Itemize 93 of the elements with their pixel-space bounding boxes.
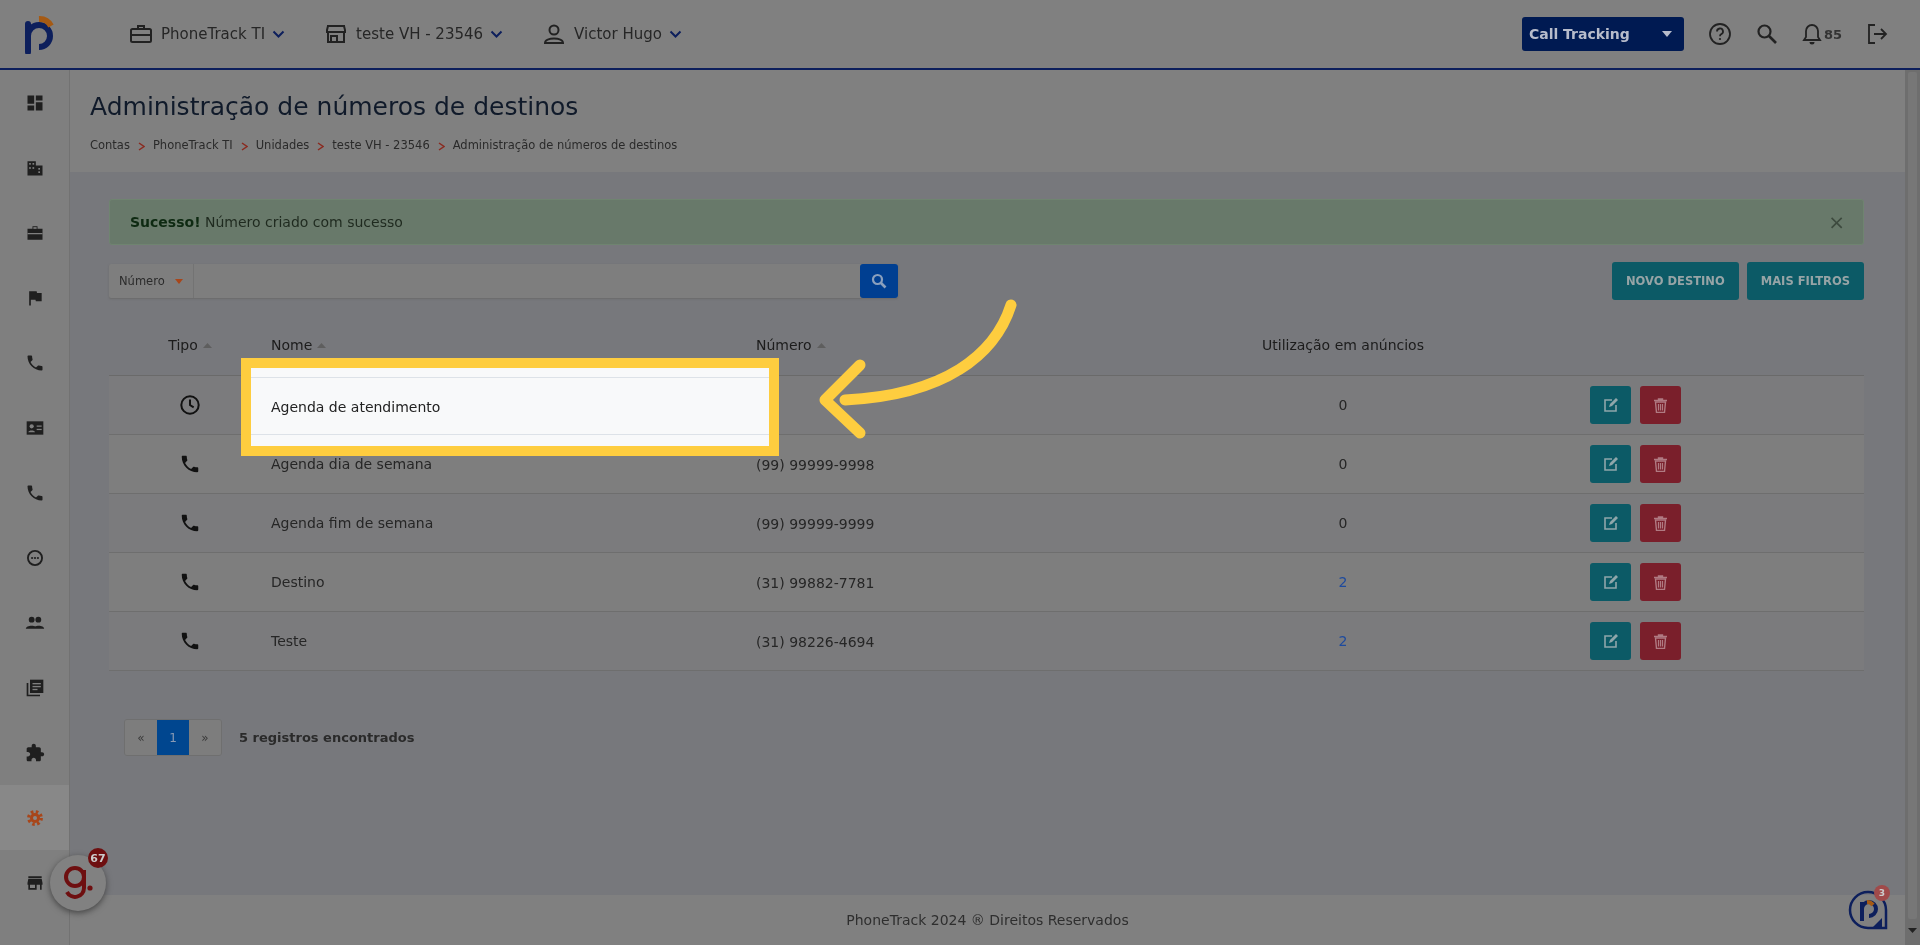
delete-button[interactable] — [1640, 386, 1681, 424]
breadcrumb-link[interactable]: Unidades — [255, 138, 310, 152]
account-menu[interactable]: Victor Hugo — [541, 22, 682, 46]
notification-badge: 67 — [88, 848, 108, 868]
edit-icon — [1602, 574, 1619, 590]
table-cell: Agenda de atendimento — [271, 399, 441, 415]
column-header[interactable]: Tipo — [109, 329, 271, 353]
logo-icon — [1848, 890, 1888, 930]
notification-badge: 3 — [1874, 885, 1890, 901]
table-cell: Teste — [271, 633, 308, 649]
chevron-right-icon — [240, 142, 248, 151]
edit-button[interactable] — [1590, 445, 1631, 483]
delete-button[interactable] — [1640, 504, 1681, 542]
puzzle-icon — [24, 742, 45, 763]
edit-icon — [1602, 633, 1619, 649]
account-menu[interactable]: teste VH - 23546 — [323, 22, 504, 46]
chat-bubble-icon — [24, 547, 45, 568]
sort-icon — [816, 342, 826, 348]
trash-icon — [1654, 456, 1667, 472]
chevron-down-icon — [272, 29, 286, 39]
delete-button[interactable] — [1640, 622, 1681, 660]
table-cell: 0 — [1338, 397, 1348, 413]
action-button[interactable]: MAIS FILTROS — [1746, 262, 1864, 300]
briefcase-icon — [128, 22, 154, 46]
footer-text: PhoneTrack 2024 ® Direitos Reservados — [846, 912, 1129, 928]
records-count: 5 registros encontrados — [239, 730, 415, 745]
chat-logo-icon — [62, 864, 94, 902]
library-icon — [24, 677, 45, 698]
column-header[interactable]: Nome — [271, 329, 756, 353]
previous-page-button[interactable]: « — [125, 720, 157, 755]
usage-link[interactable]: 2 — [1338, 574, 1348, 590]
table-cell: Agenda dia de semana — [271, 456, 433, 472]
close-button[interactable]: × — [1828, 210, 1845, 234]
column-header: Utilização em anúncios — [1261, 336, 1425, 353]
usage-link[interactable]: 2 — [1338, 633, 1348, 649]
caret-icon — [174, 278, 183, 284]
page-title: Administração de números de destinos — [90, 92, 580, 121]
table-cell: (31) 99882-7781 — [756, 574, 875, 591]
edit-button[interactable] — [1590, 622, 1631, 660]
breadcrumb-link[interactable]: Contas — [90, 138, 130, 152]
edit-icon — [1602, 456, 1619, 472]
trash-icon — [1654, 515, 1667, 531]
edit-button[interactable] — [1590, 504, 1631, 542]
chevron-down-icon — [490, 29, 504, 39]
action-button[interactable]: NOVO DESTINO — [1612, 262, 1739, 300]
edit-button[interactable] — [1590, 386, 1631, 424]
phone-icon — [179, 512, 201, 534]
page-button[interactable]: 1 — [157, 720, 189, 755]
help-widget-button[interactable] — [1848, 890, 1888, 930]
sort-icon — [202, 342, 212, 348]
alert-message: Sucesso! Número criado com sucesso — [130, 214, 403, 230]
breadcrumb-link[interactable]: teste VH - 23546 — [332, 138, 430, 152]
caret-icon — [1661, 31, 1672, 37]
scroll-down-icon[interactable] — [1908, 928, 1917, 933]
trash-icon — [1654, 397, 1667, 413]
chevron-right-icon — [437, 142, 445, 151]
bell-icon — [1801, 23, 1822, 45]
table-cell: 0 — [1338, 515, 1348, 531]
breadcrumb-link[interactable]: PhoneTrack TI — [152, 138, 233, 152]
trash-icon — [1654, 574, 1667, 590]
table-cell: 0 — [1338, 456, 1348, 472]
table-cell: Agenda fim de semana — [271, 515, 434, 531]
account-menu[interactable]: PhoneTrack TI — [128, 22, 286, 46]
search-icon[interactable] — [1755, 23, 1778, 45]
logout-icon[interactable] — [1866, 23, 1888, 45]
trash-icon — [1654, 633, 1667, 649]
phone-icon — [179, 630, 201, 652]
chevron-down-icon — [668, 29, 682, 39]
column-header[interactable]: Número — [756, 329, 1141, 353]
settings-icon — [24, 807, 45, 828]
table-cell: Destino — [271, 574, 325, 590]
search-button[interactable] — [860, 264, 898, 298]
filter-dropdown[interactable]: Número — [109, 264, 193, 298]
next-page-button[interactable]: » — [189, 720, 221, 755]
edit-icon — [1602, 515, 1619, 531]
notifications-button[interactable]: 85 — [1801, 23, 1842, 45]
table-cell: (99) 99999-9998 — [756, 456, 875, 473]
delete-button[interactable] — [1640, 563, 1681, 601]
search-field[interactable]: Número — [109, 264, 898, 298]
edit-icon — [1602, 397, 1619, 413]
sort-icon — [317, 342, 327, 348]
clock-icon — [179, 394, 201, 416]
search-icon — [871, 273, 887, 289]
product-select[interactable]: Call Tracking — [1521, 17, 1684, 51]
phone-icon — [179, 453, 201, 475]
table-cell: (99) 99999-9999 — [756, 515, 875, 532]
delete-button[interactable] — [1640, 445, 1681, 483]
edit-button[interactable] — [1590, 563, 1631, 601]
help-icon[interactable] — [1707, 22, 1732, 46]
chevron-right-icon — [317, 142, 325, 151]
phone-icon — [179, 571, 201, 593]
table-cell: (31) 98226-4694 — [756, 633, 875, 650]
chevron-right-icon — [137, 142, 145, 151]
